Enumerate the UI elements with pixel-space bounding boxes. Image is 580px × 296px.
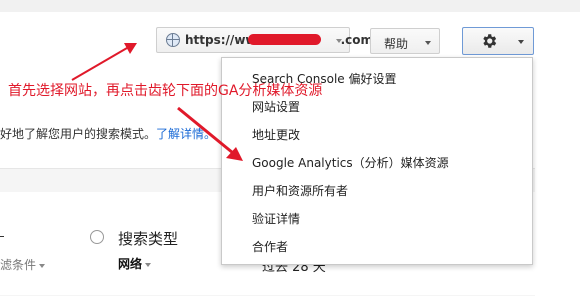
filter-dropdown[interactable]: 滤条件 [0,256,46,273]
filter-label: 滤条件 [0,258,37,272]
search-type-value: 网络 [118,257,143,271]
search-type-dropdown[interactable]: 网络 [118,255,152,272]
learn-more-link[interactable]: 了解详情。 [156,127,216,141]
menu-item-change-of-address[interactable]: 地址更改 [252,126,300,143]
settings-gear-button[interactable] [462,27,534,55]
top-strip [0,0,580,12]
arrow-to-url-line [71,47,128,81]
annotation-text: 首先选择网站，再点击齿轮下面的GA分析媒体资源 [8,83,323,99]
page-description: 好地了解您用户的搜索模式。了解详情。 [0,125,216,142]
help-button[interactable]: 帮助 [370,28,440,54]
divider [0,236,4,237]
chevron-down-icon [518,40,524,44]
chevron-down-icon [336,39,342,43]
gear-icon [483,34,497,48]
search-type-radio[interactable] [90,230,104,244]
chevron-down-icon [145,262,152,267]
description-text: 好地了解您用户的搜索模式。 [0,127,157,141]
menu-item-verification-details[interactable]: 验证详情 [252,210,300,227]
menu-item-users-and-owners[interactable]: 用户和资源所有者 [252,182,348,199]
menu-item-google-analytics-property[interactable]: Google Analytics（分析）媒体资源 [252,154,449,171]
menu-item-associates[interactable]: 合作者 [252,238,288,255]
chevron-down-icon [425,41,431,45]
menu-item-site-settings[interactable]: 网站设置 [252,98,300,115]
globe-icon [166,33,180,47]
chevron-down-icon [39,263,46,268]
redaction-mark [248,34,321,45]
site-url-selector[interactable]: https://www .com/ [156,27,377,53]
help-label: 帮助 [384,37,409,51]
arrow-to-url-head [124,43,137,54]
search-type-label: 搜索类型 [118,230,179,248]
